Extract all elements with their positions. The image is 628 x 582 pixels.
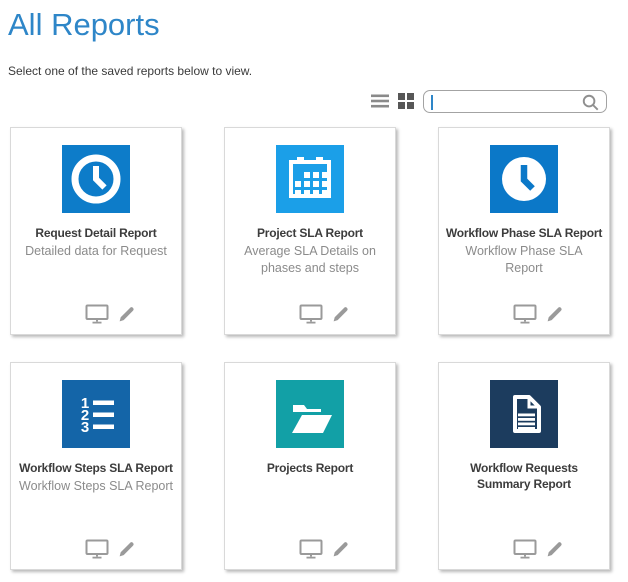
search-box[interactable] xyxy=(423,90,607,113)
report-title: Workflow Steps SLA Report xyxy=(11,460,181,476)
view-report-icon[interactable] xyxy=(299,539,323,559)
view-report-icon[interactable] xyxy=(85,304,109,324)
view-report-icon[interactable] xyxy=(513,539,537,559)
toolbar xyxy=(0,88,628,114)
clock-solid-icon xyxy=(490,145,558,213)
reports-grid: Request Detail Report Detailed data for … xyxy=(0,127,628,570)
report-card-projects[interactable]: Projects Report xyxy=(224,362,396,570)
card-actions xyxy=(11,304,181,324)
report-description: Workflow Phase SLA Report xyxy=(439,243,609,276)
numbered-list-icon: 1 2 3 xyxy=(62,380,130,448)
report-title: Workflow Requests Summary Report xyxy=(439,460,609,492)
svg-text:3: 3 xyxy=(81,419,89,436)
report-card-workflow-steps-sla[interactable]: 1 2 3 Workflow Steps SLA Report Workflow… xyxy=(10,362,182,570)
all-reports-page: All Reports Select one of the saved repo… xyxy=(0,0,628,582)
report-description: Average SLA Details on phases and steps xyxy=(225,243,395,276)
report-card-workflow-requests-summary[interactable]: Workflow Requests Summary Report xyxy=(438,362,610,570)
edit-report-icon[interactable] xyxy=(117,305,136,324)
card-actions xyxy=(225,304,395,324)
page-title: All Reports xyxy=(8,8,628,42)
card-actions xyxy=(11,539,181,559)
page-subtitle: Select one of the saved reports below to… xyxy=(8,64,628,78)
report-title: Request Detail Report xyxy=(11,225,181,241)
clock-outline-icon xyxy=(62,145,130,213)
card-actions xyxy=(225,539,395,559)
edit-report-icon[interactable] xyxy=(545,540,564,559)
report-title: Project SLA Report xyxy=(225,225,395,241)
card-actions xyxy=(439,304,609,324)
document-icon xyxy=(490,380,558,448)
report-description: Detailed data for Request xyxy=(11,243,181,259)
report-card-project-sla[interactable]: Project SLA Report Average SLA Details o… xyxy=(224,127,396,335)
open-folder-icon xyxy=(276,380,344,448)
edit-report-icon[interactable] xyxy=(545,305,564,324)
report-title: Projects Report xyxy=(225,460,395,476)
view-report-icon[interactable] xyxy=(299,304,323,324)
report-card-request-detail[interactable]: Request Detail Report Detailed data for … xyxy=(10,127,182,335)
view-report-icon[interactable] xyxy=(513,304,537,324)
search-icon[interactable] xyxy=(581,93,600,117)
edit-report-icon[interactable] xyxy=(331,305,350,324)
edit-report-icon[interactable] xyxy=(117,540,136,559)
edit-report-icon[interactable] xyxy=(331,540,350,559)
card-actions xyxy=(439,539,609,559)
list-view-icon[interactable] xyxy=(371,94,389,108)
view-report-icon[interactable] xyxy=(85,539,109,559)
report-description: Workflow Steps SLA Report xyxy=(11,478,181,494)
grid-view-icon[interactable] xyxy=(398,93,414,109)
calendar-icon xyxy=(276,145,344,213)
report-title: Workflow Phase SLA Report xyxy=(439,225,609,241)
report-card-workflow-phase-sla[interactable]: Workflow Phase SLA Report Workflow Phase… xyxy=(438,127,610,335)
search-input[interactable] xyxy=(432,92,582,111)
